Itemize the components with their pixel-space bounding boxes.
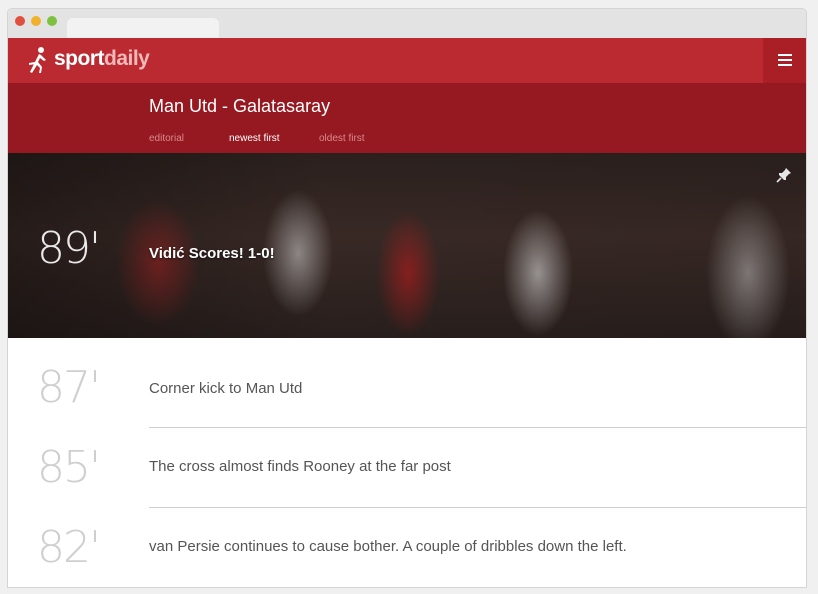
match-title: Man Utd - Galatasaray [149,96,331,116]
event-minute: 87' [37,362,101,413]
brand-name-bold: sport [54,47,105,70]
hamburger-menu-icon-bar [778,59,792,61]
featured-event[interactable]: 89' Vidić Scores! 1-0! [8,153,806,338]
hamburger-menu-icon [778,54,792,56]
browser-window: sportdaily Man Utd - Galatasaray editori… [7,8,807,588]
brand-name-light: daily [104,47,150,70]
event-minute: 85' [37,442,101,493]
brand-logo[interactable]: sportdaily [54,47,150,71]
event-item[interactable]: 85' The cross almost finds Rooney at the… [8,418,806,498]
tab-editorial[interactable]: editorial [149,133,184,144]
browser-tab[interactable] [67,18,219,38]
minimize-window-button[interactable] [31,16,41,26]
match-header: Man Utd - Galatasaray editorial newest f… [8,83,806,153]
tab-newest-first[interactable]: newest first [229,133,280,144]
event-item[interactable]: 82' van Persie continues to cause bother… [8,498,806,578]
app-header: sportdaily [8,38,806,83]
hamburger-menu-icon-bar [778,64,792,66]
event-item[interactable]: 87' Corner kick to Man Utd [8,338,806,418]
browser-chrome [8,9,806,38]
runner-logo-icon [29,47,46,73]
hero-photo [8,153,806,338]
hamburger-menu-button[interactable] [763,38,806,83]
close-window-button[interactable] [15,16,25,26]
event-text: Corner kick to Man Utd [149,380,303,397]
event-text: van Persie continues to cause bother. A … [149,538,627,555]
event-minute: 82' [37,522,101,573]
featured-text: Vidić Scores! 1-0! [149,245,275,262]
pin-icon[interactable] [776,167,792,183]
maximize-window-button[interactable] [47,16,57,26]
featured-minute: 89' [37,223,101,274]
event-text: The cross almost finds Rooney at the far… [149,458,451,475]
tab-oldest-first[interactable]: oldest first [319,133,365,144]
